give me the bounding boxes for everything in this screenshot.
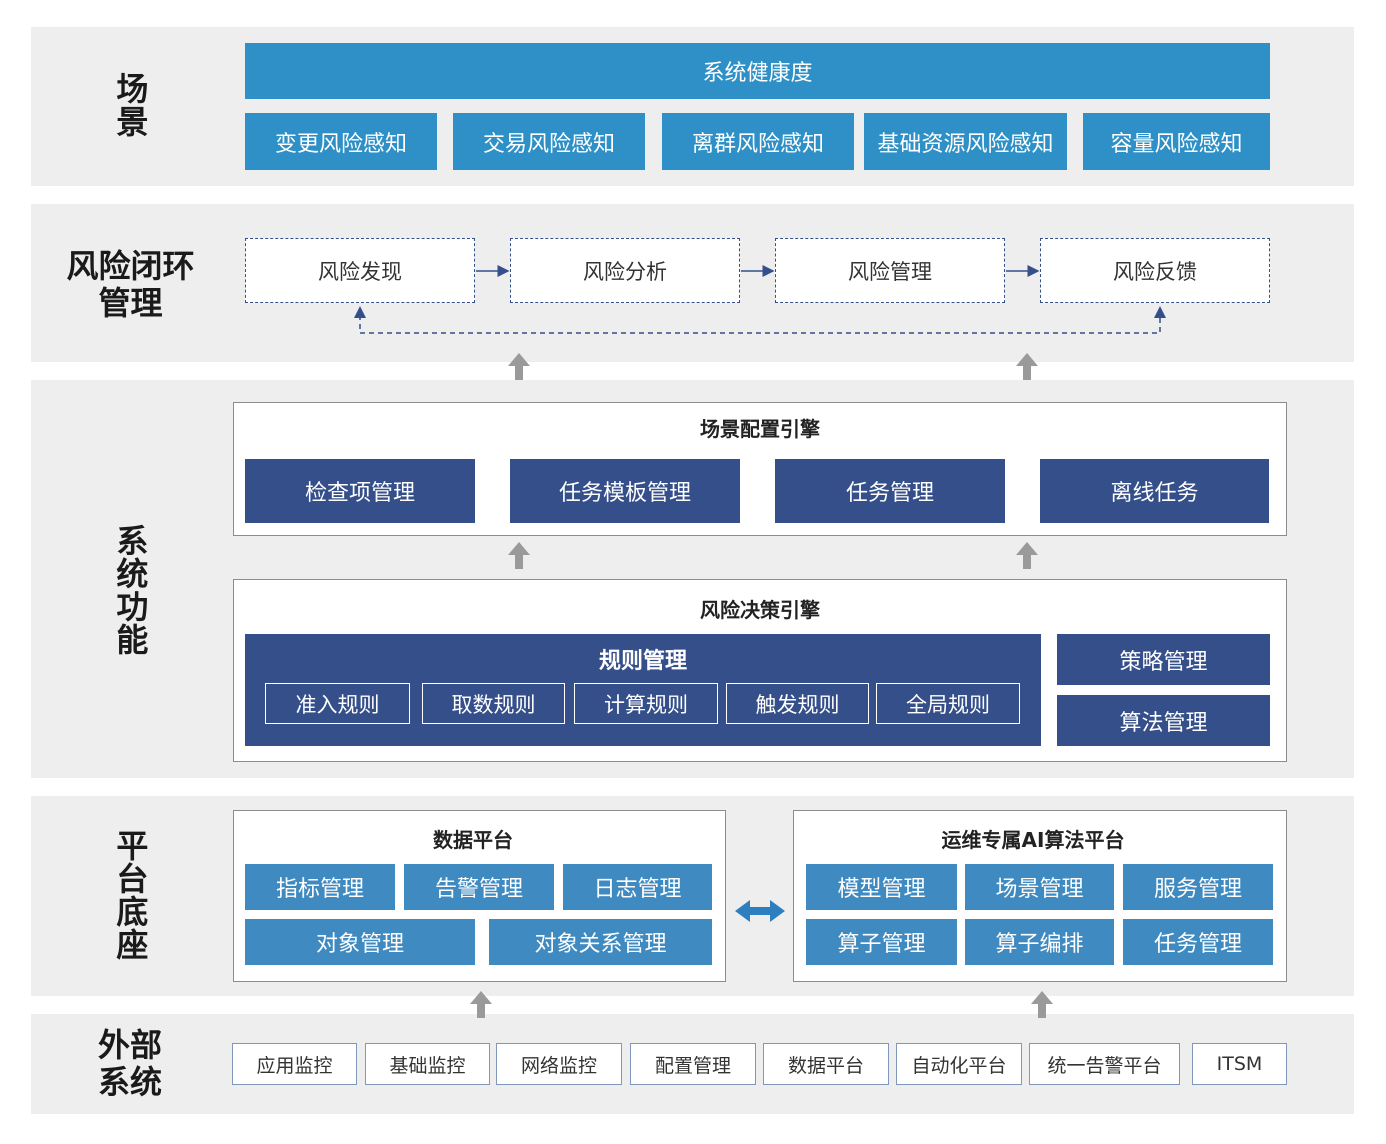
feedback-loop	[359, 318, 1161, 334]
connector-arrows	[354, 265, 1166, 1018]
up-arrow	[470, 991, 492, 1018]
up-arrow	[1016, 353, 1038, 380]
up-arrow	[508, 542, 530, 569]
up-arrow	[1016, 542, 1038, 569]
up-arrow	[508, 353, 530, 380]
feedback-arrowhead	[1154, 306, 1166, 318]
up-arrow	[1031, 991, 1053, 1018]
up-arrows	[470, 353, 1053, 1018]
feedback-arrowhead	[354, 306, 366, 318]
bidirectional-arrow	[735, 900, 785, 922]
